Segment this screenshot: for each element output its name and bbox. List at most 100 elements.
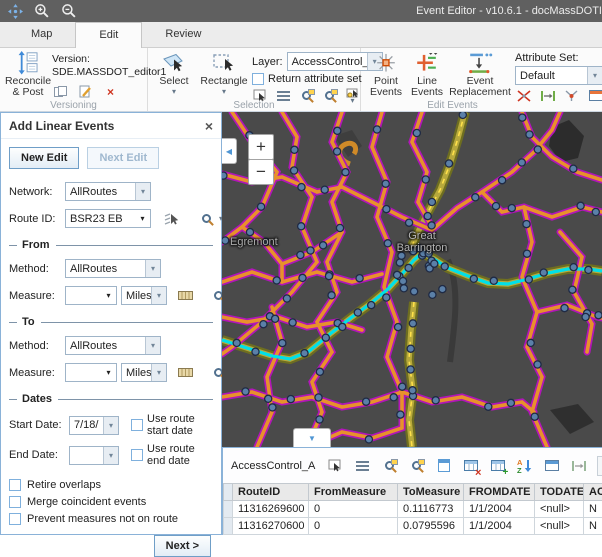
next-edit-button[interactable]: Next Edit <box>87 147 159 169</box>
table-split-event-icon[interactable] <box>570 457 587 474</box>
row-selector[interactable] <box>224 501 233 518</box>
table-add-records-icon[interactable] <box>489 457 506 474</box>
from-measure-combo[interactable]: ▾ <box>65 286 117 305</box>
map-canvas[interactable]: Egremont Great Barrington ◀ + − ▼ <box>222 112 602 447</box>
prevent-measures-label: Prevent measures not on route <box>27 513 178 525</box>
col-frommeasure[interactable]: FromMeasure <box>309 484 398 501</box>
end-date-label: End Date: <box>9 449 65 461</box>
attribute-table-panel: AccessControl_A A Z S RouteID FromMeasu <box>222 447 602 535</box>
table-row[interactable]: 11316269600 0 0.1116773 1/1/2004 <null> … <box>224 501 602 518</box>
zoom-to-route-icon[interactable] <box>198 210 215 227</box>
network-value: AllRoutes <box>66 186 135 198</box>
start-date-picker[interactable]: 7/18/ ▾ <box>69 416 119 435</box>
select-label: Select <box>159 76 188 88</box>
new-edit-button[interactable]: New Edit <box>9 147 79 169</box>
return-attribute-set-checkbox[interactable] <box>252 73 264 85</box>
to-method-value: AllRoutes <box>66 340 145 352</box>
select-button[interactable]: Select ▾ <box>152 50 196 99</box>
table-clear-selection-icon[interactable] <box>462 457 479 474</box>
from-units-dropdown[interactable]: Miles ▾ <box>121 286 167 305</box>
route-id-combo[interactable]: BSR23 EB ▾ <box>65 209 151 228</box>
from-measure-select-icon[interactable] <box>177 287 194 304</box>
select-icon <box>161 51 187 75</box>
table-pan-selection-icon[interactable] <box>408 457 425 474</box>
map-zoom-in-button[interactable]: + <box>248 134 274 160</box>
zoom-in-icon[interactable] <box>33 2 51 20</box>
to-measure-caret-icon[interactable]: ▾ <box>101 364 116 381</box>
use-route-start-checkbox[interactable] <box>131 419 143 431</box>
reconcile-post-label: Reconcile & Post <box>4 76 52 100</box>
route-id-caret-icon[interactable]: ▾ <box>135 210 150 227</box>
end-date-picker[interactable]: ▾ <box>69 446 119 465</box>
panel-title: Add Linear Events <box>9 119 114 133</box>
table-attribute-list-icon[interactable] <box>354 457 371 474</box>
select-route-on-map-icon[interactable] <box>163 210 180 227</box>
table-layer-tab[interactable]: AccessControl_A <box>231 460 315 472</box>
line-events-button[interactable]: Line Events <box>407 50 447 99</box>
to-method-dropdown[interactable]: AllRoutes ▾ <box>65 336 161 355</box>
network-dropdown[interactable]: AllRoutes ▾ <box>65 182 151 201</box>
return-attribute-set-label: Return attribute set <box>268 73 362 85</box>
layer-label: Layer: <box>252 56 283 68</box>
to-units-dropdown[interactable]: Miles ▾ <box>121 363 167 382</box>
col-tomeasure[interactable]: ToMeasure <box>398 484 464 501</box>
from-measure-caret-icon[interactable]: ▾ <box>101 287 116 304</box>
select-caret-icon[interactable]: ▾ <box>172 89 176 95</box>
change-version-icon[interactable] <box>52 83 69 100</box>
table-truncated-control[interactable]: S <box>597 456 602 476</box>
close-panel-icon[interactable]: × <box>205 118 213 134</box>
col-access[interactable]: AC <box>584 484 602 501</box>
to-units-caret-icon[interactable]: ▾ <box>151 364 166 381</box>
table-sort-icon[interactable]: A Z <box>516 457 533 474</box>
table-row[interactable]: 11316270600 0 0.0795596 1/1/2004 <null> … <box>224 518 602 535</box>
rectangle-caret-icon[interactable]: ▾ <box>222 89 226 95</box>
versioning-group-label: Versioning <box>0 100 147 111</box>
col-fromdate[interactable]: FROMDATE <box>464 484 535 501</box>
merge-events-icon[interactable] <box>563 87 580 104</box>
table-toolbar: AccessControl_A A Z S <box>223 448 602 483</box>
tab-review[interactable]: Review <box>142 22 224 47</box>
to-method-caret-icon[interactable]: ▾ <box>145 337 160 354</box>
retire-overlaps-checkbox[interactable] <box>9 479 21 491</box>
to-measure-select-icon[interactable] <box>177 364 194 381</box>
event-replacement-button[interactable]: Event Replacement <box>447 50 513 99</box>
next-button[interactable]: Next > <box>154 535 211 557</box>
rectangle-button[interactable]: Rectangle ▾ <box>196 50 252 99</box>
edit-events-group-label: Edit Events <box>361 100 544 111</box>
reconcile-post-button[interactable]: Reconcile & Post <box>4 50 52 99</box>
table-zoom-selection-icon[interactable] <box>381 457 398 474</box>
map-zoom-out-button[interactable]: − <box>248 159 274 185</box>
from-method-caret-icon[interactable]: ▾ <box>145 260 160 277</box>
attribute-set-caret-icon[interactable]: ▾ <box>587 67 602 84</box>
col-todate[interactable]: TODATE <box>535 484 584 501</box>
point-events-button[interactable]: Point Events <box>365 50 407 99</box>
merge-coincident-checkbox[interactable] <box>9 496 21 508</box>
from-method-dropdown[interactable]: AllRoutes ▾ <box>65 259 161 278</box>
tab-edit[interactable]: Edit <box>75 22 142 48</box>
pan-icon[interactable] <box>6 2 24 20</box>
from-units-caret-icon[interactable]: ▾ <box>151 287 166 304</box>
delete-version-icon[interactable]: × <box>102 83 119 100</box>
table-select-features-icon[interactable] <box>327 457 344 474</box>
tab-map[interactable]: Map <box>8 22 75 47</box>
end-date-caret-icon[interactable]: ▾ <box>103 447 118 464</box>
new-version-icon[interactable] <box>77 83 94 100</box>
use-route-end-checkbox[interactable] <box>131 449 143 461</box>
ribbon: Reconcile & Post Version: SDE.MASSDOT_ed… <box>0 48 602 112</box>
row-selector[interactable] <box>224 518 233 535</box>
to-measure-combo[interactable]: ▾ <box>65 363 117 382</box>
collapse-table-icon[interactable]: ▼ <box>293 428 331 447</box>
zoom-out-icon[interactable] <box>60 2 78 20</box>
col-routeid[interactable]: RouteID <box>233 484 309 501</box>
to-method-label: Method: <box>9 340 61 352</box>
network-caret-icon[interactable]: ▾ <box>135 183 150 200</box>
table-form-view-icon[interactable] <box>543 457 560 474</box>
from-measure-label: Measure: <box>9 290 61 302</box>
prevent-measures-checkbox[interactable] <box>9 513 21 525</box>
attribute-set-dropdown[interactable]: Default ▾ <box>515 66 602 85</box>
table-calculator-icon[interactable] <box>435 457 452 474</box>
selection-group-label: Selection <box>148 100 360 111</box>
attribute-window-icon[interactable] <box>587 87 602 104</box>
start-date-caret-icon[interactable]: ▾ <box>103 417 118 434</box>
collapse-panel-left-icon[interactable]: ◀ <box>222 138 237 164</box>
